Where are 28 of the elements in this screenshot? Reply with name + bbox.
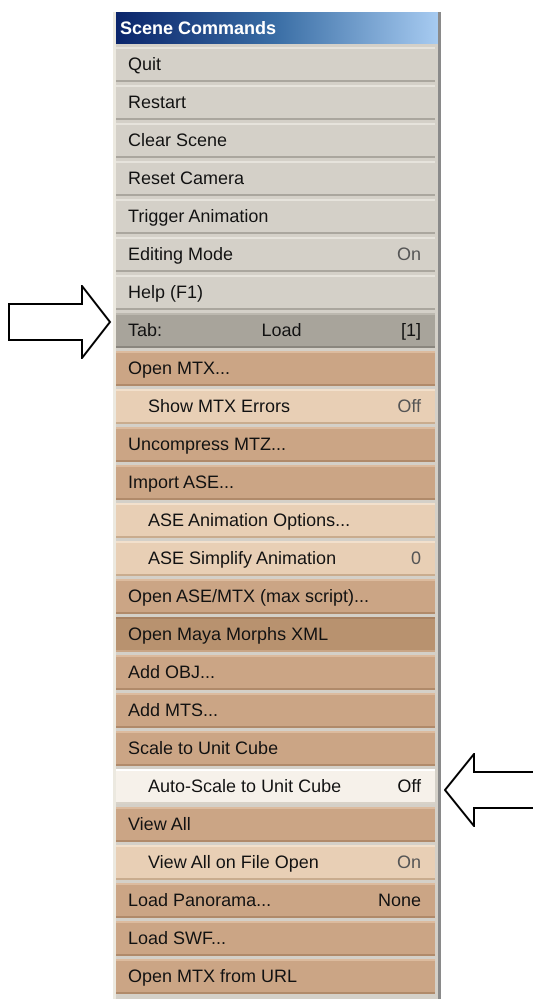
menu-item[interactable]: Reset Camera (116, 161, 435, 196)
menu-item[interactable]: Open MTX from URL (116, 959, 435, 994)
menu-item[interactable]: Clear Scene (116, 123, 435, 158)
menu-item[interactable]: Uncompress MTZ... (116, 427, 435, 462)
panel-title: Scene Commands (120, 18, 276, 38)
menu-item[interactable]: Open Maya Morphs XML (116, 617, 435, 652)
menu-item[interactable]: Quit (116, 47, 435, 82)
menu-item[interactable]: Trigger Animation (116, 199, 435, 234)
menu-item[interactable]: Open MTX... (116, 351, 435, 386)
menu-item[interactable]: Add OBJ... (116, 655, 435, 690)
right-arrow-icon (8, 285, 112, 359)
tab-selector[interactable]: Tab: Load [1] (116, 313, 435, 348)
menu-item[interactable]: Open ASE/MTX (max script)... (116, 579, 435, 614)
menu-item[interactable]: Scale to Unit Cube (116, 731, 435, 766)
menu-item[interactable]: Load Panorama... None (116, 883, 435, 918)
menu-item[interactable]: Import ASE... (116, 465, 435, 500)
option-item[interactable]: Auto-Scale to Unit Cube Off (116, 769, 435, 804)
option-item[interactable]: ASE Animation Options... (116, 503, 435, 538)
option-item[interactable]: View All on File Open On (116, 845, 435, 880)
option-item[interactable]: Show MTX Errors Off (116, 389, 435, 424)
menu-item[interactable]: Help (F1) (116, 275, 435, 310)
menu-item[interactable]: Load SWF... (116, 921, 435, 956)
option-item[interactable]: ASE Simplify Animation 0 (116, 541, 435, 576)
menu-item[interactable]: Restart (116, 85, 435, 120)
menu-item[interactable]: Editing Mode On (116, 237, 435, 272)
menu-item[interactable]: Add MTS... (116, 693, 435, 728)
menu-item[interactable]: View All (116, 807, 435, 842)
left-arrow-icon (444, 753, 533, 827)
